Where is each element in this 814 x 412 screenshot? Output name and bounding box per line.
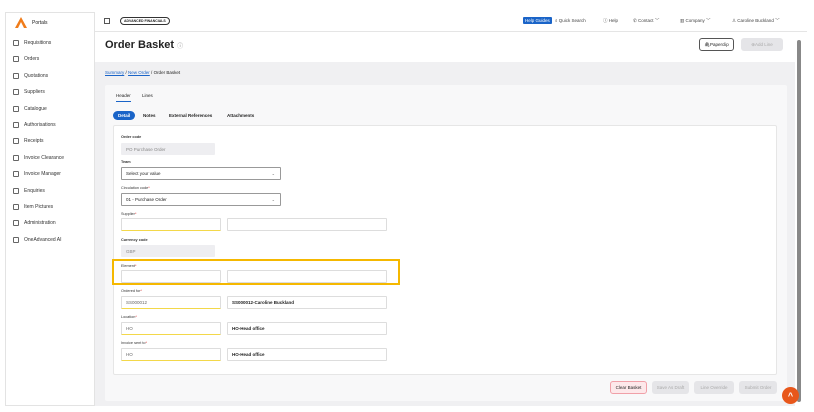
top-bar: ADVANCED FINANCIALS Help Guides ⌕ Quick … (95, 12, 807, 32)
sidebar-item-label: Catalogue (24, 105, 47, 112)
ordered-for-input[interactable]: SS000012 (121, 296, 221, 309)
search-icon (13, 187, 19, 194)
sidebar: Portals Requisitions Orders Quotations Supp… (5, 12, 95, 406)
portals-logo-icon (15, 17, 27, 28)
scrollbar[interactable] (797, 40, 801, 402)
order-code-field: PO Purchase Order (121, 143, 215, 155)
subtab-notes[interactable]: Notes (143, 113, 156, 118)
monitor-icon (13, 171, 19, 178)
sidebar-item-requisitions[interactable]: Requisitions (13, 40, 51, 46)
contact-menu[interactable]: ✆ Contact ﹀ (633, 18, 659, 24)
currency-label: Currency code (121, 238, 148, 242)
sidebar-item-oneadvanced-ai[interactable]: OneAdvanced AI (13, 236, 62, 243)
save-draft-button[interactable]: Save As Draft (652, 381, 689, 394)
sidebar-item-quotations[interactable]: Quotations (13, 72, 49, 79)
title-bar: Order Basket ⓘ 🖇︎ Paperclip ⊕ Add Line (95, 32, 807, 62)
sidebar-item-label: Enquiries (24, 187, 45, 194)
paperclip-button[interactable]: 🖇︎ Paperclip (699, 38, 734, 51)
currency-field: GBP (121, 245, 215, 257)
supplier-label: Supplier* (121, 212, 137, 216)
cart-icon (13, 40, 19, 46)
circulation-label: Circulation code* (121, 186, 150, 190)
invoice-to-desc: HO-Head office (227, 348, 387, 361)
team-select[interactable]: Select your value ⌄ (121, 167, 281, 180)
sidebar-item-enquiries[interactable]: Enquiries (13, 187, 45, 194)
invoice-icon (13, 154, 19, 161)
picture-icon (13, 204, 19, 210)
team-label: Team (121, 160, 131, 164)
sidebar-item-label: Suppliers (24, 89, 45, 96)
sidebar-item-authorisations[interactable]: Authorisations (13, 122, 56, 128)
subtab-external-references[interactable]: External References (169, 113, 212, 118)
sidebar-item-suppliers[interactable]: Suppliers (13, 89, 45, 96)
sidebar-item-invoice-manager[interactable]: Invoice Manager (13, 171, 61, 178)
help-guides-button[interactable]: Help Guides (523, 17, 552, 24)
line-override-button[interactable]: Line Override (694, 381, 734, 394)
element-highlight (112, 259, 400, 285)
orders-icon (13, 56, 19, 63)
help-button[interactable]: ⓘ Help (603, 18, 618, 24)
breadcrumb: Summary / New Order / Order Basket (105, 70, 181, 75)
catalogue-icon (13, 105, 19, 112)
location-label: Location* (121, 315, 137, 319)
portals-title: Portals (32, 20, 48, 26)
chevron-down-icon: ⌄ (271, 197, 275, 202)
tab-header[interactable]: Header (116, 93, 131, 102)
chevron-down-icon: ⌄ (271, 171, 275, 176)
breadcrumb-current: Order Basket (153, 70, 181, 75)
user-menu[interactable]: ♙ Caroline Buckland ﹀ (732, 18, 780, 24)
location-desc: HO-Head office (227, 322, 387, 335)
company-menu[interactable]: ▥ Company ﹀ (680, 18, 711, 24)
sidebar-item-label: OneAdvanced AI (24, 236, 62, 243)
sidebar-item-receipts[interactable]: Receipts (13, 138, 44, 145)
breadcrumb-summary[interactable]: Summary (105, 70, 124, 75)
sidebar-item-label: Requisitions (24, 40, 52, 46)
supplier-code-input[interactable] (121, 218, 221, 231)
add-line-button[interactable]: ⊕ Add Line (741, 38, 783, 51)
sidebar-item-catalogue[interactable]: Catalogue (13, 105, 47, 112)
invoice-to-label: Invoice sent to* (121, 341, 147, 345)
chevron-down-icon: ﹀ (706, 18, 711, 23)
gear-icon (13, 220, 19, 227)
supplier-name-input[interactable] (227, 218, 387, 231)
chevron-down-icon: ﹀ (654, 18, 660, 23)
brand-logo: ADVANCED FINANCIALS (120, 17, 170, 25)
sidebar-item-label: Quotations (24, 72, 49, 79)
page-title: Order Basket ⓘ (105, 39, 184, 51)
chevron-down-icon: ﹀ (775, 18, 780, 23)
tab-lines[interactable]: Lines (142, 93, 153, 98)
breadcrumb-new-order[interactable]: New Order (128, 70, 150, 75)
invoice-to-input[interactable]: HO (121, 348, 221, 361)
truck-icon (13, 89, 19, 96)
ordered-for-label: Ordered for* (121, 289, 142, 293)
submit-order-button[interactable]: Submit Order (739, 381, 777, 394)
sidebar-item-label: Invoice Manager (24, 171, 61, 178)
ordered-for-desc: SS000012-Caroline Buckland (227, 296, 387, 309)
sidebar-item-orders[interactable]: Orders (13, 56, 40, 63)
subtab-detail[interactable]: Detail (113, 111, 136, 120)
clear-basket-button[interactable]: Clear Basket (610, 381, 647, 394)
quick-search-button[interactable]: ⌕ Quick Search (555, 18, 586, 23)
subtab-attachments[interactable]: Attachments (227, 113, 254, 118)
info-icon[interactable]: ⓘ (177, 44, 183, 50)
ai-icon (13, 236, 19, 243)
sidebar-item-invoice-clearance[interactable]: Invoice Clearance (13, 154, 65, 161)
sidebar-item-label: Receipts (24, 138, 44, 145)
sidebar-item-label: Orders (24, 56, 40, 63)
location-input[interactable]: HO (121, 322, 221, 335)
quote-icon (13, 72, 19, 79)
sidebar-item-label: Item Pictures (24, 204, 54, 210)
menu-icon[interactable] (104, 18, 110, 24)
sidebar-item-item-pictures[interactable]: Item Pictures (13, 204, 53, 210)
sidebar-item-label: Administration (24, 220, 56, 227)
assistant-launcher-icon[interactable]: ^ (782, 387, 799, 404)
check-icon (13, 122, 19, 128)
receipt-icon (13, 138, 19, 145)
order-code-label: Order code (121, 135, 142, 139)
sidebar-item-label: Authorisations (24, 122, 56, 128)
sidebar-item-administration[interactable]: Administration (13, 220, 56, 227)
circulation-code-select[interactable]: 01 - Purchase Order ⌄ (121, 193, 281, 206)
sidebar-item-label: Invoice Clearance (24, 154, 65, 161)
